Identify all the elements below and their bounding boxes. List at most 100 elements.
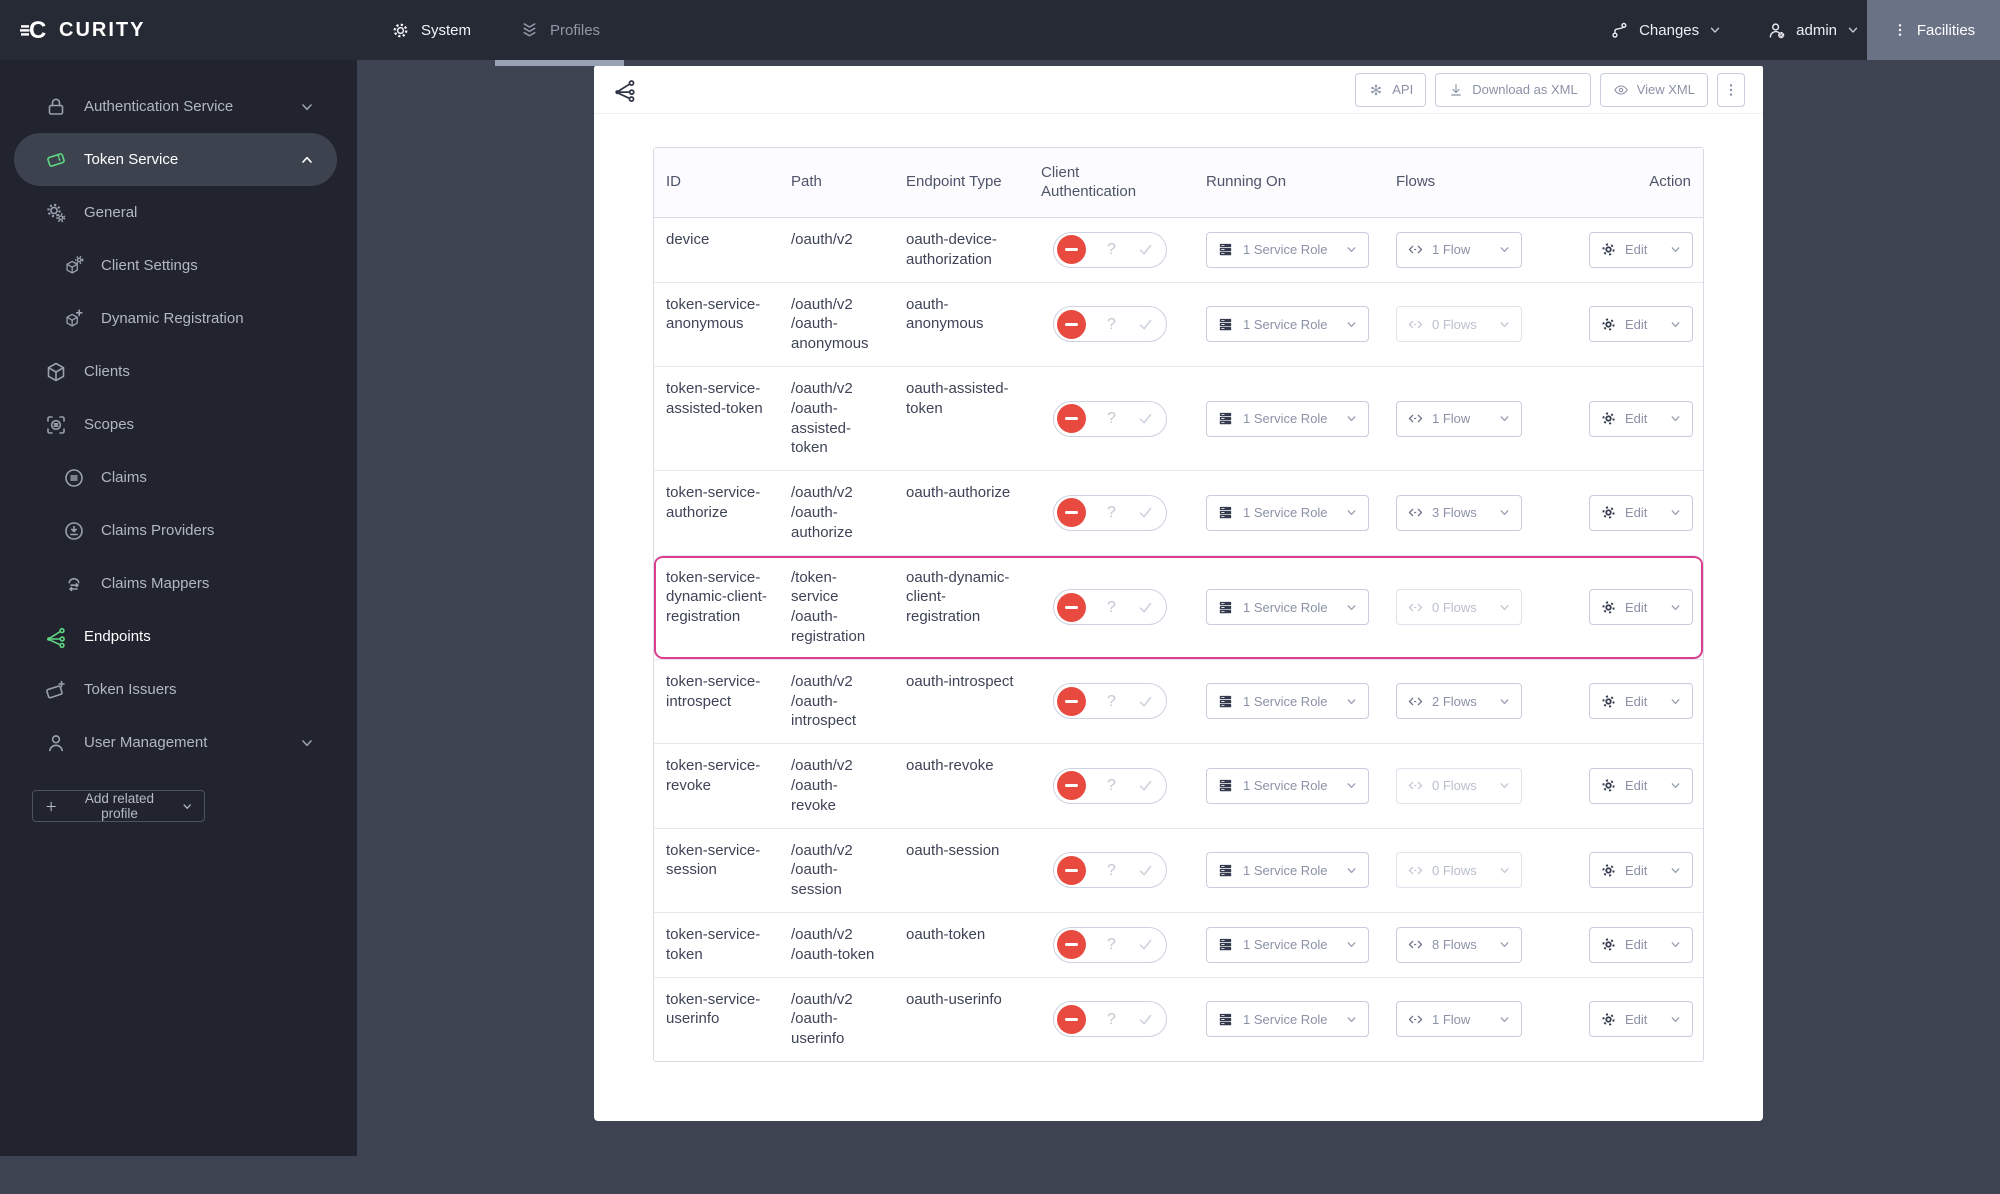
client-auth-toggle[interactable]: ?: [1053, 589, 1167, 626]
edit-dropdown[interactable]: Edit: [1589, 926, 1693, 963]
flows-dropdown[interactable]: 0 Flows: [1396, 589, 1522, 626]
running-on-dropdown[interactable]: 1 Service Role: [1206, 494, 1369, 531]
code-icon: [1407, 777, 1424, 794]
sidebar-item-token-service[interactable]: Token Service: [14, 133, 337, 186]
running-on-dropdown[interactable]: 1 Service Role: [1206, 400, 1369, 437]
client-auth-toggle[interactable]: ?: [1053, 306, 1167, 343]
chevron-down-icon: [1345, 864, 1358, 877]
running-on-dropdown[interactable]: 1 Service Role: [1206, 231, 1369, 268]
flows-dropdown[interactable]: 0 Flows: [1396, 306, 1522, 343]
admin-menu[interactable]: admin: [1766, 0, 1860, 60]
flows-dropdown[interactable]: 8 Flows: [1396, 926, 1522, 963]
chevron-down-icon: [1345, 1013, 1358, 1026]
more-options-button[interactable]: [1717, 72, 1745, 107]
table-row: token-​service-​introspect ​/oauth​/v2​/…: [654, 658, 1703, 743]
toggle-check-icon: [1137, 504, 1154, 521]
flows-dropdown[interactable]: 1 Flow: [1396, 400, 1522, 437]
gear-icon: [1600, 241, 1617, 258]
chevron-up-icon: [299, 152, 315, 168]
sidebar: Authentication Service Token Service Gen…: [0, 60, 357, 1156]
table-row: token-​service-​assisted-​token ​/oauth​…: [654, 365, 1703, 470]
edit-dropdown[interactable]: Edit: [1589, 231, 1693, 268]
gear-icon: [1600, 410, 1617, 427]
gear-icon: [1600, 599, 1617, 616]
cell-flows: 2 Flows: [1384, 660, 1574, 743]
changes-menu[interactable]: Changes: [1609, 0, 1722, 60]
sidebar-item-token-issuers[interactable]: Token Issuers: [14, 663, 337, 716]
running-on-dropdown[interactable]: 1 Service Role: [1206, 852, 1369, 889]
cell-endpoint-type: oauth-​session: [906, 841, 1000, 859]
sidebar-item-claims-providers[interactable]: Claims Providers: [14, 504, 337, 557]
edit-dropdown[interactable]: Edit: [1589, 400, 1693, 437]
edit-dropdown[interactable]: Edit: [1589, 767, 1693, 804]
edit-dropdown[interactable]: Edit: [1589, 1001, 1693, 1038]
sidebar-item-user-management[interactable]: User Management: [14, 716, 337, 769]
toggle-unknown-icon: ?: [1107, 598, 1116, 616]
cell-endpoint-type: oauth-​introspect: [906, 672, 1014, 690]
sidebar-item-endpoints[interactable]: Endpoints: [14, 610, 337, 663]
column-header-running-on: Running On: [1206, 173, 1287, 191]
table-header: ID Path Endpoint Type Client Authenticat…: [654, 148, 1703, 218]
table-row: token-​service-​revoke ​/oauth​/v2​/oaut…: [654, 743, 1703, 827]
flows-dropdown[interactable]: 1 Flow: [1396, 1001, 1522, 1038]
toggle-check-icon: [1137, 777, 1154, 794]
download-xml-button[interactable]: Download as XML: [1435, 72, 1591, 107]
cell-flows: 0 Flows: [1384, 283, 1574, 366]
edit-dropdown[interactable]: Edit: [1589, 852, 1693, 889]
cell-endpoint-type: oauth-​assisted-​token: [906, 379, 1009, 417]
edit-dropdown[interactable]: Edit: [1589, 494, 1693, 531]
facilities-button[interactable]: Facilities: [1867, 0, 2000, 60]
flows-dropdown[interactable]: 2 Flows: [1396, 683, 1522, 720]
sidebar-item-label: Token Issuers: [84, 681, 177, 698]
curity-logo[interactable]: C CURITY: [20, 0, 145, 60]
flows-dropdown[interactable]: 3 Flows: [1396, 494, 1522, 531]
running-on-dropdown[interactable]: 1 Service Role: [1206, 306, 1369, 343]
cell-client-authentication: ?: [1029, 744, 1194, 827]
running-on-dropdown[interactable]: 1 Service Role: [1206, 589, 1369, 626]
client-auth-toggle[interactable]: ?: [1053, 400, 1167, 437]
chevron-down-icon: [1498, 1013, 1511, 1026]
running-on-dropdown[interactable]: 1 Service Role: [1206, 926, 1369, 963]
sidebar-item-claims-mappers[interactable]: Claims Mappers: [14, 557, 337, 610]
running-on-dropdown[interactable]: 1 Service Role: [1206, 767, 1369, 804]
sidebar-item-label: Clients: [84, 363, 130, 380]
cell-path: ​/oauth​/v2​/oauth-​introspect: [791, 672, 857, 730]
toggle-off-icon: [1057, 592, 1086, 622]
sidebar-item-client-settings[interactable]: Client Settings: [14, 239, 337, 292]
cell-action: Edit: [1574, 218, 1703, 282]
client-auth-toggle[interactable]: ?: [1053, 494, 1167, 531]
sidebar-item-dynamic-registration[interactable]: Dynamic Registration: [14, 292, 337, 345]
client-auth-toggle[interactable]: ?: [1053, 1001, 1167, 1038]
sidebar-item-authentication-service[interactable]: Authentication Service: [14, 80, 337, 133]
client-auth-toggle[interactable]: ?: [1053, 852, 1167, 889]
running-on-dropdown[interactable]: 1 Service Role: [1206, 1001, 1369, 1038]
sidebar-item-general[interactable]: General: [14, 186, 337, 239]
gear-icon: [1600, 504, 1617, 521]
view-xml-button[interactable]: View XML: [1599, 72, 1708, 107]
running-on-dropdown[interactable]: 1 Service Role: [1206, 683, 1369, 720]
code-icon: [1407, 241, 1424, 258]
client-auth-toggle[interactable]: ?: [1053, 767, 1167, 804]
flows-dropdown[interactable]: 0 Flows: [1396, 767, 1522, 804]
client-auth-toggle[interactable]: ?: [1053, 683, 1167, 720]
sidebar-item-claims[interactable]: Claims: [14, 451, 337, 504]
flows-dropdown[interactable]: 0 Flows: [1396, 852, 1522, 889]
edit-dropdown[interactable]: Edit: [1589, 683, 1693, 720]
sidebar-item-label: Scopes: [84, 416, 135, 433]
sidebar-item-clients[interactable]: Clients: [14, 345, 337, 398]
add-related-profile-button[interactable]: Add related profile: [32, 790, 205, 822]
edit-dropdown[interactable]: Edit: [1589, 306, 1693, 343]
chevron-down-icon: [1345, 412, 1358, 425]
api-button[interactable]: API: [1355, 72, 1427, 107]
table-row: token-​service-​session ​/oauth​/v2​/oau…: [654, 827, 1703, 912]
sidebar-item-scopes[interactable]: Scopes: [14, 398, 337, 451]
client-auth-toggle[interactable]: ?: [1053, 926, 1167, 963]
tab-profiles[interactable]: Profiles: [495, 0, 625, 66]
flows-dropdown[interactable]: 1 Flow: [1396, 231, 1522, 268]
chevron-down-icon: [1708, 23, 1722, 37]
tab-system[interactable]: System: [366, 0, 495, 60]
edit-dropdown[interactable]: Edit: [1589, 589, 1693, 626]
chevron-down-icon: [1345, 506, 1358, 519]
client-auth-toggle[interactable]: ?: [1053, 231, 1167, 268]
toggle-unknown-icon: ?: [1107, 692, 1116, 710]
